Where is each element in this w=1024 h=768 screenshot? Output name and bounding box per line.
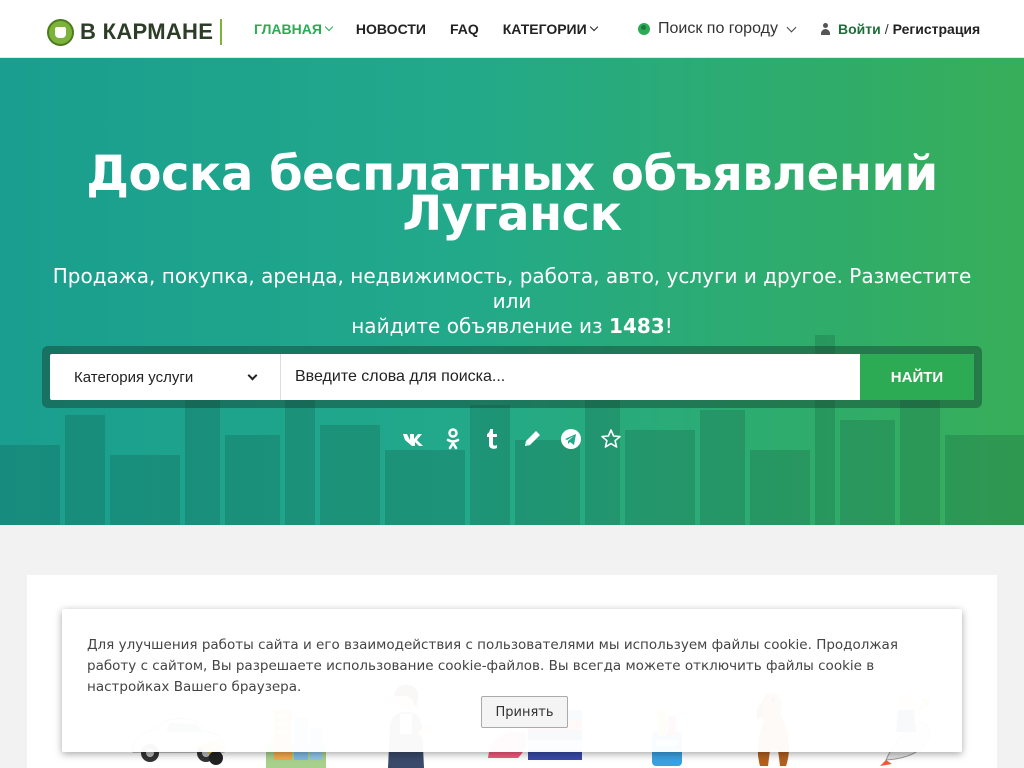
globe-icon bbox=[638, 23, 650, 35]
wallet-icon bbox=[47, 18, 74, 46]
logo-divider bbox=[220, 19, 223, 45]
cookie-banner: Для улучшения работы сайта и его взаимод… bbox=[62, 609, 962, 752]
telegram-icon[interactable] bbox=[558, 426, 584, 452]
accept-cookies-button[interactable]: Принять bbox=[481, 696, 568, 728]
nav-item-label: FAQ bbox=[449, 21, 479, 37]
category-select[interactable]: Категория услуги bbox=[50, 354, 281, 400]
nav-item-label: Главная bbox=[254, 21, 322, 37]
nav-item-home[interactable]: Главная bbox=[254, 21, 334, 37]
chevron-down-icon bbox=[589, 22, 598, 32]
city-search-label: Поиск по городу bbox=[658, 20, 778, 37]
main-nav: Главная Новости FAQ Категории bbox=[254, 0, 621, 58]
nav-item-label: Новости bbox=[355, 21, 426, 37]
hero-subtitle-line1: Продажа, покупка, аренда, недвижимость, … bbox=[52, 264, 972, 313]
ad-count: 1483 bbox=[609, 314, 665, 338]
social-links bbox=[400, 426, 624, 452]
search-bar: Категория услуги Найти bbox=[50, 354, 974, 400]
chevron-down-icon bbox=[324, 22, 334, 32]
pencil-icon[interactable] bbox=[519, 426, 545, 452]
tumblr-icon[interactable] bbox=[479, 426, 505, 452]
category-select-value: Категория услуги bbox=[74, 368, 194, 386]
auth-separator: / bbox=[884, 21, 889, 37]
vk-icon[interactable] bbox=[400, 426, 426, 452]
login-link[interactable]: Войти bbox=[838, 21, 881, 37]
hero-subtitle-suffix: ! bbox=[664, 314, 673, 338]
hero-title: Доска бесплатных объявлений Луганск bbox=[0, 150, 1024, 238]
nav-item-news[interactable]: Новости bbox=[356, 21, 426, 37]
nav-item-label: Категории bbox=[502, 21, 587, 37]
hero-subtitle-prefix: найдите объявление из bbox=[351, 314, 603, 338]
nav-item-categories[interactable]: Категории bbox=[502, 21, 598, 37]
hero-section: Доска бесплатных объявлений Луганск Прод… bbox=[0, 58, 1024, 525]
auth-links: Войти / Регистрация bbox=[820, 0, 980, 58]
hero-subtitle: Продажа, покупка, аренда, недвижимость, … bbox=[50, 264, 974, 339]
cookie-text: Для улучшения работы сайта и его взаимод… bbox=[87, 637, 898, 695]
chevron-down-icon bbox=[247, 370, 258, 380]
site-header: В КАРМАНЕ Главная Новости FAQ Категории … bbox=[0, 0, 1024, 58]
search-input[interactable] bbox=[281, 354, 860, 400]
hero-subtitle-line2: найдите объявление из 1483! bbox=[50, 314, 974, 339]
odnoklassniki-icon[interactable] bbox=[440, 426, 466, 452]
star-icon[interactable] bbox=[598, 426, 624, 452]
site-logo[interactable]: В КАРМАНЕ bbox=[47, 17, 223, 47]
search-button[interactable]: Найти bbox=[860, 354, 974, 400]
logo-text: В КАРМАНЕ bbox=[80, 19, 214, 44]
city-search-dropdown[interactable]: Поиск по городу bbox=[638, 0, 797, 58]
nav-item-faq[interactable]: FAQ bbox=[450, 21, 479, 37]
register-link[interactable]: Регистрация bbox=[893, 21, 981, 37]
user-icon bbox=[820, 23, 831, 35]
chevron-down-icon bbox=[786, 22, 797, 32]
